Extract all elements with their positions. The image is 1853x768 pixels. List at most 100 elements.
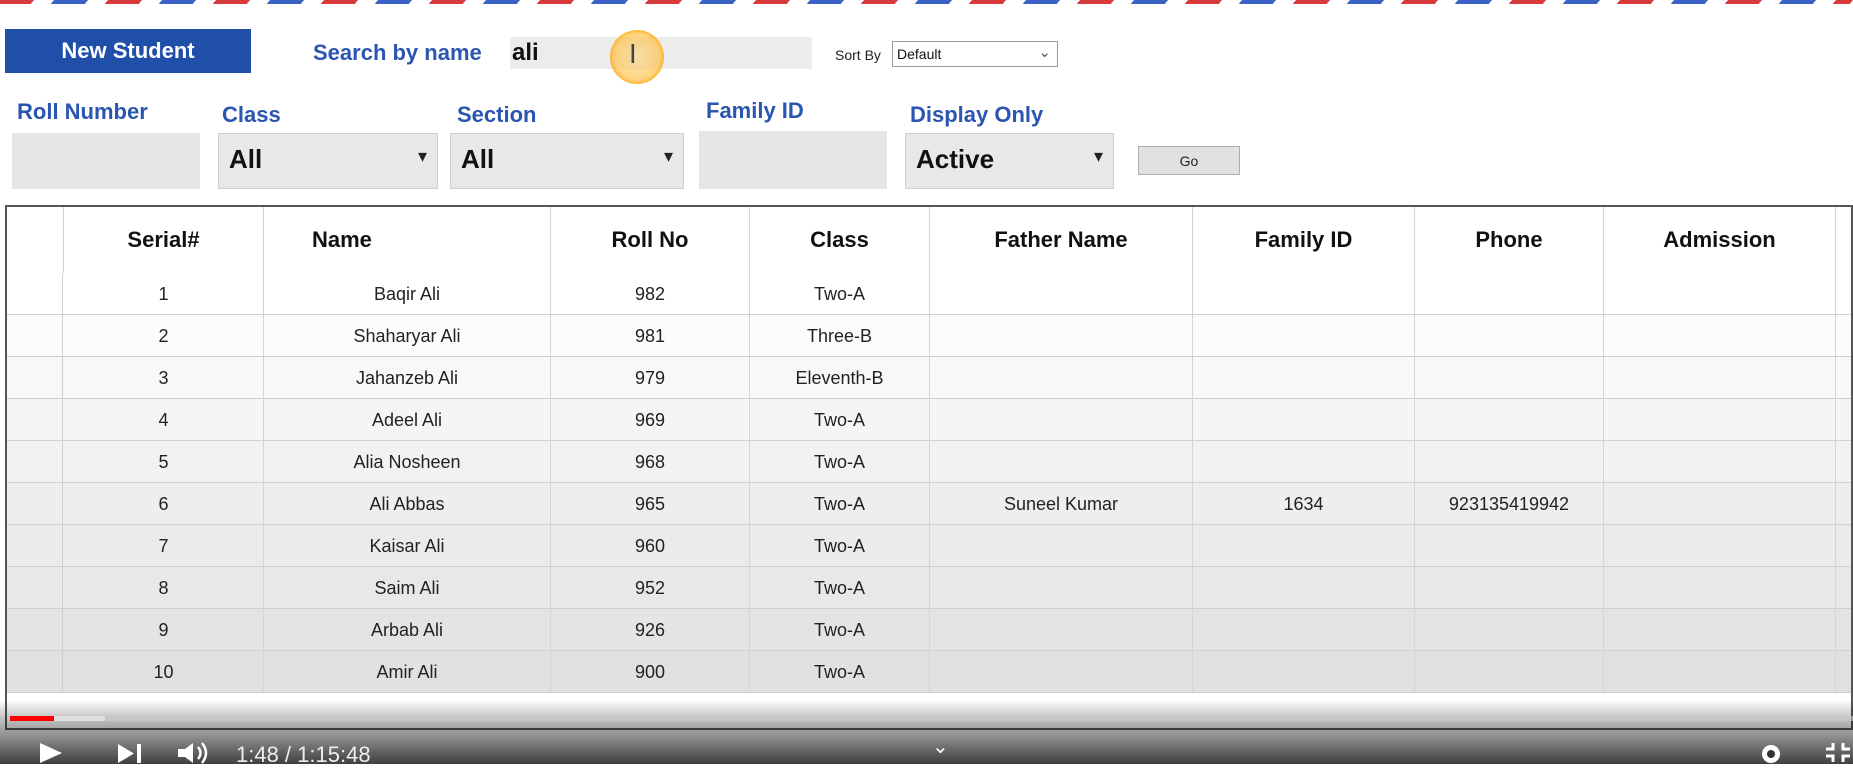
cell-class[interactable]: Two-A	[750, 525, 930, 567]
cell-name[interactable]: Jahanzeb Ali	[264, 357, 551, 399]
column-header-roll-no[interactable]: Roll No	[551, 207, 750, 273]
cell-family-id[interactable]	[1193, 651, 1415, 693]
cell-admission[interactable]	[1604, 273, 1836, 315]
cell-phone[interactable]	[1415, 357, 1604, 399]
table-row[interactable]: 10 Amir Ali 900 Two-A	[7, 651, 1851, 693]
cell-admission[interactable]	[1604, 651, 1836, 693]
cell-roll-no[interactable]: 982	[551, 273, 750, 315]
cell-roll-no[interactable]: 926	[551, 609, 750, 651]
cell-serial[interactable]: 10	[64, 651, 264, 693]
row-header[interactable]	[7, 567, 63, 609]
cell-father-name[interactable]	[930, 651, 1193, 693]
row-header[interactable]	[7, 357, 63, 399]
column-header-father-name[interactable]: Father Name	[930, 207, 1193, 273]
cell-phone[interactable]	[1415, 315, 1604, 357]
cell-admission[interactable]	[1604, 441, 1836, 483]
cell-name[interactable]: Baqir Ali	[264, 273, 551, 315]
cell-admission[interactable]	[1604, 525, 1836, 567]
cell-father-name[interactable]: Suneel Kumar	[930, 483, 1193, 525]
cell-phone[interactable]	[1415, 609, 1604, 651]
cell-serial[interactable]: 2	[64, 315, 264, 357]
cell-name[interactable]: Kaisar Ali	[264, 525, 551, 567]
cell-family-id[interactable]	[1193, 273, 1415, 315]
table-row[interactable]: 2 Shaharyar Ali 981 Three-B	[7, 315, 1851, 357]
table-row[interactable]: 5 Alia Nosheen 968 Two-A	[7, 441, 1851, 483]
cell-roll-no[interactable]: 965	[551, 483, 750, 525]
new-student-button[interactable]: New Student	[5, 29, 251, 73]
cell-serial[interactable]: 9	[64, 609, 264, 651]
cell-name[interactable]: Amir Ali	[264, 651, 551, 693]
cell-class[interactable]: Two-A	[750, 651, 930, 693]
cell-roll-no[interactable]: 981	[551, 315, 750, 357]
cell-class[interactable]: Two-A	[750, 273, 930, 315]
cell-serial[interactable]: 6	[64, 483, 264, 525]
cell-class[interactable]: Two-A	[750, 483, 930, 525]
cell-class[interactable]: Three-B	[750, 315, 930, 357]
row-header[interactable]	[7, 273, 63, 315]
column-header-class[interactable]: Class	[750, 207, 930, 273]
row-header[interactable]	[7, 525, 63, 567]
row-header[interactable]	[7, 441, 63, 483]
cell-serial[interactable]: 4	[64, 399, 264, 441]
cell-father-name[interactable]	[930, 315, 1193, 357]
volume-icon[interactable]	[176, 741, 216, 765]
cell-roll-no[interactable]: 952	[551, 567, 750, 609]
cell-roll-no[interactable]: 900	[551, 651, 750, 693]
cell-father-name[interactable]	[930, 399, 1193, 441]
cell-phone[interactable]	[1415, 651, 1604, 693]
cell-name[interactable]: Arbab Ali	[264, 609, 551, 651]
table-row[interactable]: 6 Ali Abbas 965 Two-A Suneel Kumar 1634 923135…	[7, 483, 1851, 525]
cell-phone[interactable]	[1415, 441, 1604, 483]
cell-admission[interactable]	[1604, 357, 1836, 399]
cell-serial[interactable]: 8	[64, 567, 264, 609]
play-icon[interactable]	[38, 742, 64, 764]
cell-name[interactable]: Ali Abbas	[264, 483, 551, 525]
column-header-phone[interactable]: Phone	[1415, 207, 1604, 273]
cell-class[interactable]: Two-A	[750, 609, 930, 651]
table-row[interactable]: 3 Jahanzeb Ali 979 Eleventh-B	[7, 357, 1851, 399]
cell-serial[interactable]: 5	[64, 441, 264, 483]
cell-serial[interactable]: 1	[64, 273, 264, 315]
cell-class[interactable]: Eleventh-B	[750, 357, 930, 399]
settings-gear-icon[interactable]	[1756, 741, 1786, 764]
cell-class[interactable]: Two-A	[750, 399, 930, 441]
cell-roll-no[interactable]: 969	[551, 399, 750, 441]
cell-serial[interactable]: 7	[64, 525, 264, 567]
display-only-dropdown[interactable]: Active ▾	[905, 133, 1114, 189]
class-dropdown[interactable]: All ▾	[218, 133, 438, 189]
column-header-admission[interactable]: Admission	[1604, 207, 1836, 273]
cell-father-name[interactable]	[930, 357, 1193, 399]
cell-name[interactable]: Adeel Ali	[264, 399, 551, 441]
cell-father-name[interactable]	[930, 273, 1193, 315]
cell-father-name[interactable]	[930, 525, 1193, 567]
row-header[interactable]	[7, 483, 63, 525]
family-id-field[interactable]	[699, 131, 887, 189]
cell-class[interactable]: Two-A	[750, 441, 930, 483]
section-dropdown[interactable]: All ▾	[450, 133, 684, 189]
next-icon[interactable]	[116, 743, 144, 764]
cell-name[interactable]: Saim Ali	[264, 567, 551, 609]
column-header-serial[interactable]: Serial#	[64, 207, 264, 273]
cell-phone[interactable]	[1415, 399, 1604, 441]
table-row[interactable]: 7 Kaisar Ali 960 Two-A	[7, 525, 1851, 567]
cell-family-id[interactable]	[1193, 357, 1415, 399]
progress-track[interactable]	[10, 716, 1853, 721]
cell-phone[interactable]	[1415, 525, 1604, 567]
cell-admission[interactable]	[1604, 399, 1836, 441]
students-grid[interactable]: Serial# Name Roll No Class Father Name F…	[5, 205, 1853, 730]
cell-father-name[interactable]	[930, 567, 1193, 609]
cell-father-name[interactable]	[930, 441, 1193, 483]
roll-number-field[interactable]	[12, 133, 200, 189]
cell-family-id[interactable]	[1193, 441, 1415, 483]
column-header-name[interactable]: Name	[264, 207, 551, 273]
cell-admission[interactable]	[1604, 315, 1836, 357]
table-row[interactable]: 4 Adeel Ali 969 Two-A	[7, 399, 1851, 441]
cell-father-name[interactable]	[930, 609, 1193, 651]
table-row[interactable]: 1 Baqir Ali 982 Two-A	[7, 273, 1851, 315]
cell-name[interactable]: Shaharyar Ali	[264, 315, 551, 357]
cell-family-id[interactable]	[1193, 315, 1415, 357]
chevron-down-icon[interactable]: ⌄	[932, 734, 949, 759]
cell-admission[interactable]	[1604, 483, 1836, 525]
column-header-family-id[interactable]: Family ID	[1193, 207, 1415, 273]
go-button[interactable]: Go	[1138, 146, 1240, 175]
